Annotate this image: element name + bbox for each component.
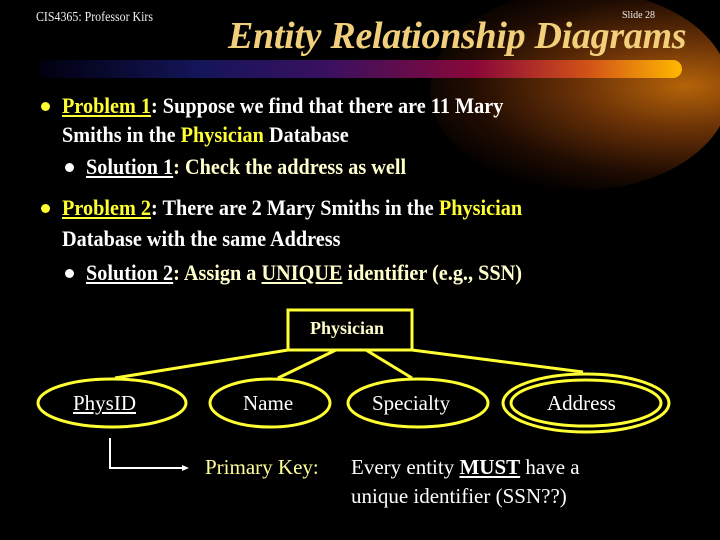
attr-physid-label: PhysID [73,391,137,415]
must-highlight: MUST [459,455,521,479]
connector-name [277,348,337,380]
attr-specialty-label: Specialty [372,391,451,415]
entity-label: Physician [310,318,385,338]
pk-arrow-head-icon [182,465,189,471]
pk-arrow-line [109,438,182,469]
attr-address-label: Address [547,391,616,415]
slide: CIS4365: Professor Kirs Slide 28 Entity … [0,0,720,540]
note-text: Every entity [351,455,460,479]
primary-key-note: Every entity MUST have a [351,455,580,480]
note-text-2: have a [520,455,580,479]
connector-specialty [365,348,413,380]
connector-address [411,348,584,374]
attr-name-label: Name [243,391,294,415]
primary-key-label: Primary Key: [205,455,319,479]
connector-physid [114,348,289,380]
primary-key-note-2: unique identifier (SSN??) [351,484,567,508]
